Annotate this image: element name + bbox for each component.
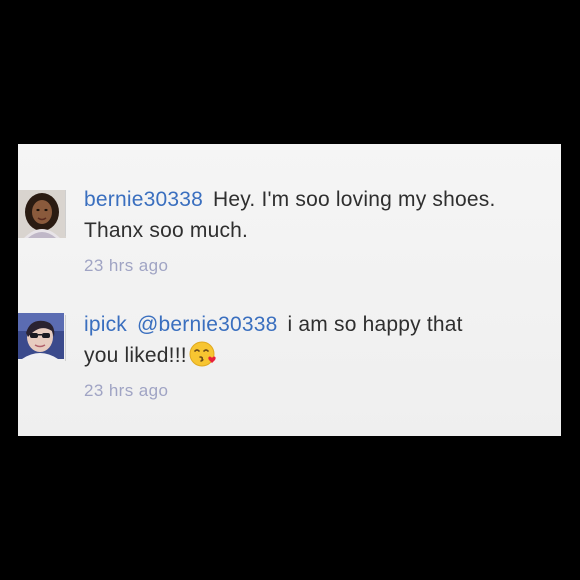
user-avatar[interactable] <box>18 313 64 359</box>
comments-panel: bernie30338 Hey. I'm soo loving my shoes.… <box>18 144 561 436</box>
comment-text-line1: Hey. I'm soo loving my shoes. <box>212 188 496 211</box>
comment-timestamp: 23 hrs ago <box>84 256 169 275</box>
avatar-divider <box>65 315 66 361</box>
comment-username[interactable]: bernie30338 <box>84 188 203 211</box>
comment-username[interactable]: ipick <box>84 313 127 336</box>
avatar-photo-icon <box>18 190 66 238</box>
comment-text-line2: Thanx soo much. <box>84 219 249 242</box>
comment-body: ipick @bernie30338 i am so happy that you … <box>84 309 554 406</box>
kissing-face-emoji-icon <box>189 340 217 368</box>
comment-text-line1: i am so happy that <box>287 313 463 336</box>
user-avatar[interactable] <box>18 190 66 238</box>
avatar-photo-icon <box>18 313 64 359</box>
comment-body: bernie30338 Hey. I'm soo loving my shoes.… <box>84 184 554 281</box>
avatar-divider <box>65 190 66 236</box>
comment-mention[interactable]: @bernie30338 <box>137 313 278 336</box>
comment-timestamp: 23 hrs ago <box>84 381 169 400</box>
comment-text-line2: you liked!!! <box>84 344 187 367</box>
